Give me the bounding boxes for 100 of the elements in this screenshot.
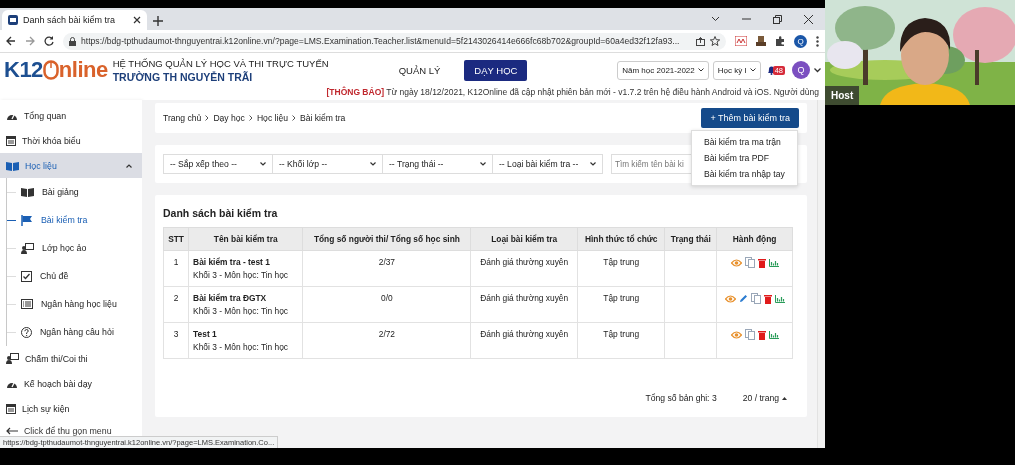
eye-icon[interactable] bbox=[730, 330, 742, 339]
test-subtitle: Khối 3 - Môn học: Tin học bbox=[193, 270, 290, 280]
breadcrumb-link[interactable]: Trang chủ bbox=[163, 113, 202, 123]
close-icon[interactable] bbox=[804, 14, 813, 24]
term-dropdown[interactable]: Học kỳ I bbox=[712, 60, 761, 80]
year-dropdown[interactable]: Năm học 2021-2022 bbox=[617, 60, 709, 80]
table-cell: Tập trung bbox=[577, 322, 665, 359]
share-icon[interactable] bbox=[696, 36, 705, 46]
sidebar-item[interactable]: Thời khóa biểu bbox=[0, 128, 142, 153]
close-icon[interactable] bbox=[133, 16, 141, 24]
column-header: Tổng số người thi/ Tổng số học sinh bbox=[302, 227, 471, 251]
checkbox-icon bbox=[21, 270, 32, 282]
column-header: Hình thức tổ chức bbox=[577, 227, 665, 251]
pencil-icon[interactable] bbox=[738, 294, 748, 303]
test-subtitle: Khối 3 - Môn học: Tin học bbox=[193, 342, 290, 352]
user-avatar[interactable]: Q bbox=[792, 61, 810, 79]
test-name: Bài kiểm tra - test 1 bbox=[193, 257, 271, 267]
sidebar-item[interactable]: Tổng quan bbox=[0, 103, 142, 128]
chevron-down-icon[interactable] bbox=[814, 67, 821, 73]
nav-tab[interactable]: QUẢN LÝ bbox=[388, 59, 451, 81]
filter-dropdown[interactable]: -- Khối lớp -- bbox=[273, 154, 383, 174]
chevron-right-icon bbox=[248, 115, 253, 121]
test-name: Bài kiểm tra ĐGTX bbox=[193, 293, 268, 303]
filter-dropdown[interactable]: -- Sắp xếp theo -- bbox=[163, 154, 273, 174]
breadcrumb-link[interactable]: Dạy học bbox=[213, 113, 245, 123]
address-bar[interactable]: https://bdg-tpthudaumot-thnguyentrai.k12online.vn/?page=LMS.Examination.Teacher.list&menuId=5f2143026414e666fc68b702&groupId=60a4ed32f12fa93... bbox=[63, 32, 726, 50]
extension-icon[interactable] bbox=[756, 36, 766, 46]
table-cell: 0/0 bbox=[302, 286, 471, 323]
chevron-down-icon bbox=[749, 68, 756, 72]
profile-avatar[interactable]: Q bbox=[794, 34, 807, 48]
table-cell: 1 bbox=[163, 250, 189, 287]
sidebar-item[interactable]: Chủ đề bbox=[7, 262, 142, 290]
table-cell: Đánh giá thường xuyên bbox=[470, 286, 578, 323]
back-icon[interactable] bbox=[6, 36, 16, 46]
calendar-icon bbox=[6, 135, 16, 146]
chart-icon[interactable] bbox=[768, 258, 779, 267]
back-arrow-icon bbox=[6, 427, 18, 435]
more-icon[interactable] bbox=[816, 35, 819, 47]
nav-tab[interactable]: DẠY HỌC bbox=[464, 59, 528, 81]
notice-text: [THÔNG BÁO] Từ ngày 18/12/2021, K12Online đã cập nhật phiên bản mới - v1.7.2 trên hệ điều hành Android và iOS. Người dùng bbox=[325, 87, 820, 99]
book-icon bbox=[21, 187, 34, 197]
star-icon[interactable] bbox=[710, 36, 720, 46]
chevron-down-icon bbox=[260, 162, 266, 166]
table-cell: Tập trung bbox=[577, 286, 665, 323]
sidebar-item[interactable]: Chấm thi/Coi thi bbox=[0, 346, 142, 371]
chevron-down-icon bbox=[697, 68, 704, 72]
sidebar-item[interactable]: Học liệu bbox=[0, 153, 142, 178]
lock-icon bbox=[69, 36, 76, 46]
table-cell: Đánh giá thường xuyên bbox=[470, 322, 578, 359]
chevron-right-icon bbox=[291, 115, 296, 121]
school-name: TRƯỜNG TH NGUYỄN TRÃI bbox=[112, 70, 254, 83]
forward-icon[interactable] bbox=[25, 36, 35, 46]
system-title: HỆ THỐNG QUẢN LÝ HỌC VÀ THI TRỰC TUYẾN bbox=[112, 57, 329, 69]
calendar-icon bbox=[6, 403, 16, 414]
sidebar-item[interactable]: Ngân hàng học liệu bbox=[7, 290, 142, 318]
chart-icon[interactable] bbox=[768, 330, 779, 339]
trash-icon[interactable] bbox=[757, 329, 766, 340]
browser-tab[interactable]: Danh sách bài kiểm tra bbox=[2, 10, 147, 30]
filter-dropdown[interactable]: -- Loại bài kiểm tra -- bbox=[493, 154, 603, 174]
caret-up-icon bbox=[782, 396, 787, 400]
sidebar-item[interactable]: Bài kiểm tra bbox=[7, 206, 142, 234]
scrollbar[interactable] bbox=[817, 100, 825, 448]
column-header: Trạng thái bbox=[664, 227, 717, 251]
menu-item[interactable]: Bài kiểm tra ma trận bbox=[692, 134, 797, 150]
new-tab-icon[interactable] bbox=[153, 16, 163, 26]
table-cell: 3 bbox=[163, 322, 189, 359]
filter-dropdown[interactable]: -- Trạng thái -- bbox=[383, 154, 493, 174]
sidebar-item[interactable]: Kế hoạch bài dạy bbox=[0, 371, 142, 396]
column-header: STT bbox=[163, 227, 189, 251]
presenter-icon bbox=[21, 242, 34, 254]
sidebar-item[interactable]: Bài giảng bbox=[7, 178, 142, 206]
record-count: Tổng số bản ghi: 3 bbox=[645, 393, 717, 403]
question-icon bbox=[21, 326, 32, 338]
table-cell: 2/72 bbox=[302, 322, 471, 359]
breadcrumb-link[interactable]: Học liệu bbox=[256, 113, 288, 123]
column-header: Tên bài kiểm tra bbox=[188, 227, 303, 251]
table-cell: 2 bbox=[163, 286, 189, 323]
add-test-button[interactable]: + Thêm bài kiểm tra bbox=[701, 108, 799, 128]
sidebar-item[interactable]: Lớp học ảo bbox=[7, 234, 142, 262]
chevron-up-icon bbox=[126, 163, 132, 168]
eye-icon[interactable] bbox=[724, 294, 736, 303]
chevron-down-icon bbox=[590, 162, 596, 166]
logo: K12 nline bbox=[4, 59, 108, 81]
page-size-selector[interactable]: 20 / trang bbox=[736, 389, 793, 407]
table-cell: 2/37 bbox=[302, 250, 471, 287]
column-header: Loại bài kiểm tra bbox=[470, 227, 578, 251]
puzzle-icon[interactable] bbox=[775, 36, 785, 46]
table-title: Danh sách bài kiểm tra bbox=[163, 207, 279, 219]
chart-icon[interactable] bbox=[774, 294, 785, 303]
sidebar-item[interactable]: Lịch sự kiện bbox=[0, 396, 142, 421]
list-icon bbox=[21, 299, 33, 309]
trash-icon[interactable] bbox=[763, 293, 772, 304]
chevron-down-icon[interactable] bbox=[711, 16, 720, 22]
trash-icon[interactable] bbox=[757, 257, 766, 268]
table-cell: Tập trung bbox=[577, 250, 665, 287]
sidebar-item[interactable]: Ngân hàng câu hỏi bbox=[7, 318, 142, 346]
column-header: Hành động bbox=[716, 227, 793, 251]
eye-icon[interactable] bbox=[730, 258, 742, 267]
restore-icon[interactable] bbox=[773, 14, 782, 24]
reload-icon[interactable] bbox=[44, 36, 54, 46]
